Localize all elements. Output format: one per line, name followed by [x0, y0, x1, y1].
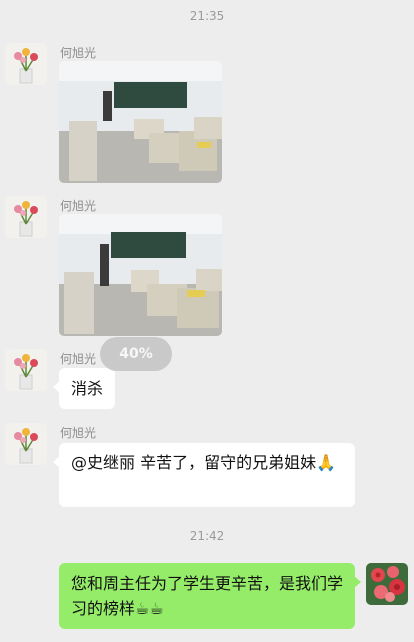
sender-name: 何旭光	[60, 46, 97, 60]
message-bubble[interactable]: 消杀	[52, 368, 116, 409]
message-bubble-self[interactable]: 您和周主任为了学生更辛苦，是我们学习的榜样☕☕	[59, 563, 361, 629]
avatar-sender[interactable]	[5, 349, 47, 391]
avatar-self[interactable]	[366, 563, 408, 605]
message-image[interactable]	[59, 61, 222, 183]
sender-name: 何旭光	[60, 352, 97, 366]
sender-name: 何旭光	[60, 426, 97, 440]
avatar-sender[interactable]	[5, 196, 47, 238]
avatar-sender[interactable]	[5, 423, 47, 465]
avatar-sender[interactable]	[5, 43, 47, 85]
upload-progress-badge: 40%	[100, 337, 172, 371]
timestamp-second: 21:42	[189, 529, 225, 543]
sender-name: 何旭光	[60, 199, 97, 213]
message-image[interactable]	[59, 214, 222, 336]
timestamp-top: 21:35	[189, 9, 225, 23]
message-bubble[interactable]: @史继丽 辛苦了，留守的兄弟姐妹🙏	[53, 443, 355, 507]
